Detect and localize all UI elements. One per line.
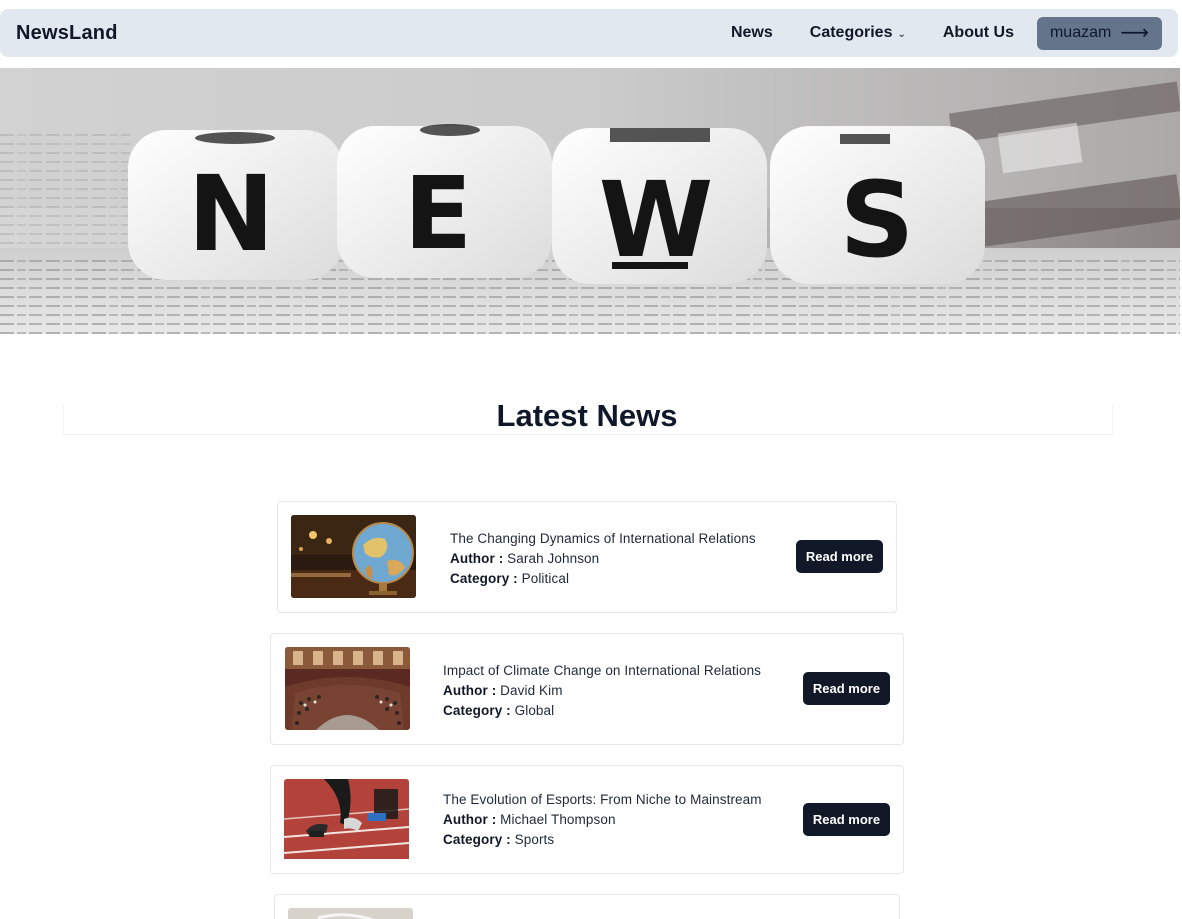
category-label: Category : — [450, 571, 518, 586]
article-title[interactable]: The Changing Dynamics of International R… — [450, 529, 756, 549]
author-label: Author : — [450, 551, 504, 566]
navbar: NewsLand News Categories ⌄ About Us muaza… — [0, 9, 1178, 57]
nav-link-label: Categories — [809, 24, 893, 41]
author-value: Sarah Johnson — [507, 551, 600, 566]
article-info: Impact of Climate Change on Internationa… — [443, 661, 761, 721]
author-value: Michael Thompson — [500, 812, 616, 827]
author-label: Author : — [443, 812, 497, 827]
news-card — [274, 894, 900, 919]
brand-logo[interactable]: NewsLand — [16, 22, 118, 45]
hero-news-dice-image: N E W S — [0, 68, 1180, 334]
article-author: Author : David Kim — [443, 681, 761, 701]
hero-banner: N E W S — [0, 68, 1180, 334]
news-card: Impact of Climate Change on Internationa… — [270, 633, 904, 745]
article-author: Author : Michael Thompson — [443, 810, 762, 830]
nav-link-news[interactable]: News — [731, 24, 773, 42]
category-value: Political — [521, 571, 570, 586]
nav-link-about[interactable]: About Us — [943, 24, 1014, 42]
chevron-down-icon: ⌄ — [897, 28, 906, 40]
article-info: The Changing Dynamics of International R… — [450, 529, 756, 589]
news-card: The Changing Dynamics of International R… — [277, 501, 897, 613]
sprinter-photo — [284, 779, 409, 862]
news-card: The Evolution of Esports: From Niche to … — [270, 765, 904, 874]
article-category: Category : Sports — [443, 830, 762, 850]
article-title[interactable]: Impact of Climate Change on Internationa… — [443, 661, 761, 681]
section-title: Latest News — [496, 398, 678, 433]
partial-photo — [288, 908, 413, 919]
user-name: muazam — [1049, 24, 1112, 41]
nav-link-categories[interactable]: Categories ⌄ — [810, 24, 906, 42]
article-category: Category : Political — [450, 569, 756, 589]
article-title[interactable]: The Evolution of Esports: From Niche to … — [443, 790, 762, 810]
nav-link-label: About Us — [942, 24, 1014, 41]
hero-tile-s: S — [840, 159, 915, 281]
nav-link-label: News — [730, 24, 773, 41]
author-label: Author : — [443, 683, 497, 698]
article-category: Category : Global — [443, 701, 761, 721]
hero-tile-n: N — [187, 153, 274, 275]
hero-tile-e: E — [404, 155, 472, 272]
read-more-button[interactable]: Read more — [803, 672, 890, 705]
title-divider — [63, 434, 1113, 435]
read-more-button[interactable]: Read more — [803, 803, 890, 836]
user-button[interactable]: muazam ⟶ — [1036, 16, 1162, 50]
category-value: Sports — [514, 832, 555, 847]
category-label: Category : — [443, 832, 511, 847]
article-author: Author : Sarah Johnson — [450, 549, 756, 569]
article-info: The Evolution of Esports: From Niche to … — [443, 790, 762, 850]
nav-links: News Categories ⌄ About Us muazam ⟶ — [731, 16, 1162, 50]
arrow-right-icon: ⟶ — [1120, 22, 1149, 44]
category-value: Global — [514, 703, 555, 718]
author-value: David Kim — [500, 683, 563, 698]
parliament-photo — [285, 647, 410, 730]
category-label: Category : — [443, 703, 511, 718]
globe-photo — [291, 515, 416, 598]
read-more-button[interactable]: Read more — [796, 540, 883, 573]
